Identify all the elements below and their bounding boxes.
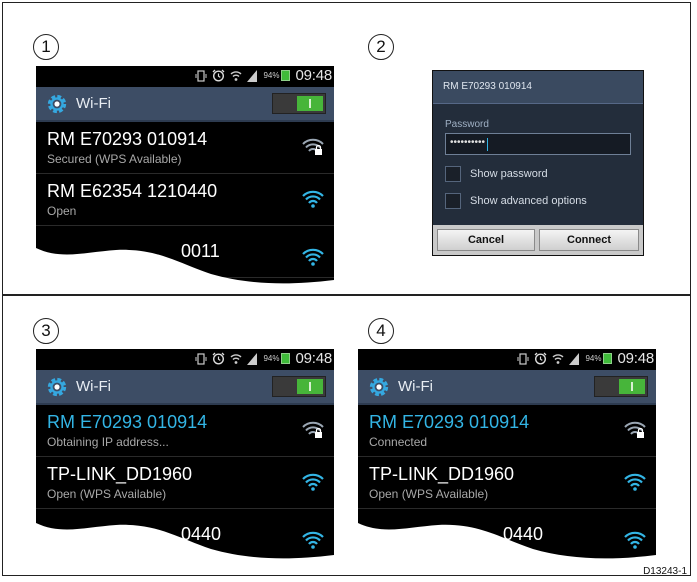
show-advanced-checkbox[interactable] xyxy=(445,193,461,209)
battery-icon xyxy=(281,353,291,364)
cancel-button[interactable]: Cancel xyxy=(437,229,535,251)
toggle-knob xyxy=(619,379,645,394)
battery-icon xyxy=(281,70,291,81)
alarm-icon xyxy=(212,352,225,365)
wifi-locked-icon xyxy=(624,421,646,438)
battery-icon xyxy=(603,353,613,364)
wifi-title: Wi-Fi xyxy=(76,378,111,395)
torn-edge xyxy=(36,248,334,288)
wifi-status-icon xyxy=(230,70,242,81)
torn-edge xyxy=(36,523,334,563)
signal-icon xyxy=(247,352,258,365)
toggle-knob xyxy=(297,96,323,111)
network-name: RM E70293 010914 xyxy=(47,129,208,149)
step-4-marker: 4 xyxy=(368,318,394,344)
figure-divider xyxy=(2,294,691,296)
toggle-knob xyxy=(297,379,323,394)
show-advanced-label: Show advanced options xyxy=(470,195,587,207)
phone-screen-step-4: 94% 09:48 Wi-Fi RM E70293 010914 Connect… xyxy=(358,349,656,563)
step-1-marker: 1 xyxy=(33,34,59,60)
status-time: 09:48 xyxy=(617,350,654,367)
show-password-label: Show password xyxy=(470,168,548,180)
network-status: Obtaining IP address... xyxy=(47,435,169,449)
phone-screen-step-3: 94% 09:48 Wi-Fi RM E70293 010914 Obtaini… xyxy=(36,349,334,563)
wifi-title: Wi-Fi xyxy=(76,95,111,112)
dialog-button-bar: Cancel Connect xyxy=(433,225,643,255)
wifi-title: Wi-Fi xyxy=(398,378,433,395)
battery-percent: 94% xyxy=(263,71,280,80)
network-item[interactable]: TP-LINK_DD1960 Open (WPS Available) xyxy=(36,457,334,509)
status-time: 09:48 xyxy=(295,350,332,367)
battery-percent: 94% xyxy=(263,354,280,363)
signal-icon xyxy=(247,69,258,82)
phone-screen-step-1: 94% 09:48 Wi-Fi RM E70293 010914 Secured… xyxy=(36,66,334,288)
alarm-icon xyxy=(212,69,225,82)
network-name: RM E70293 010914 xyxy=(47,412,208,432)
vibrate-icon xyxy=(195,352,207,365)
network-name: RM E70293 010914 xyxy=(369,412,530,432)
battery-percent: 94% xyxy=(585,354,602,363)
network-item[interactable]: TP-LINK_DD1960 Open (WPS Available) xyxy=(358,457,656,509)
vibrate-icon xyxy=(195,69,207,82)
network-name: RM E62354 1210440 xyxy=(47,181,218,201)
password-label: Password xyxy=(445,119,489,130)
torn-edge xyxy=(358,523,656,563)
wifi-header: Wi-Fi xyxy=(358,370,656,405)
network-status: Open xyxy=(47,204,77,218)
step-3-marker: 3 xyxy=(33,318,59,344)
network-status: Secured (WPS Available) xyxy=(47,152,182,166)
wifi-status-icon xyxy=(552,353,564,364)
network-status: Open (WPS Available) xyxy=(47,487,167,501)
wifi-toggle[interactable] xyxy=(594,376,648,397)
wifi-toggle[interactable] xyxy=(272,376,326,397)
wifi-status-icon xyxy=(230,353,242,364)
step-2-marker: 2 xyxy=(368,34,394,60)
status-time: 09:48 xyxy=(295,67,332,84)
vibrate-icon xyxy=(517,352,529,365)
gear-icon[interactable] xyxy=(368,376,390,398)
gear-icon[interactable] xyxy=(46,376,68,398)
wifi-locked-icon xyxy=(302,138,324,155)
gear-icon[interactable] xyxy=(46,93,68,115)
wifi-icon xyxy=(624,473,646,491)
wifi-icon xyxy=(302,473,324,491)
network-status: Connected xyxy=(369,435,428,449)
network-item-active[interactable]: RM E70293 010914 Obtaining IP address... xyxy=(36,405,334,457)
show-password-checkbox[interactable] xyxy=(445,166,461,182)
network-name: TP-LINK_DD1960 xyxy=(369,464,515,484)
wifi-icon xyxy=(302,190,324,208)
signal-icon xyxy=(569,352,580,365)
wifi-locked-icon xyxy=(302,421,324,438)
network-name: TP-LINK_DD1960 xyxy=(47,464,193,484)
wifi-toggle[interactable] xyxy=(272,93,326,114)
wifi-header: Wi-Fi xyxy=(36,370,334,405)
network-item-active[interactable]: RM E70293 010914 Connected xyxy=(358,405,656,457)
status-bar: 94% 09:48 xyxy=(36,349,334,370)
dialog-title: RM E70293 010914 xyxy=(433,71,643,104)
status-bar: 94% 09:48 xyxy=(358,349,656,370)
figure-code: D13243-1 xyxy=(643,566,687,577)
password-value: •••••••••• xyxy=(450,137,486,148)
network-status: Open (WPS Available) xyxy=(369,487,489,501)
network-item[interactable]: RM E62354 1210440 Open xyxy=(36,174,334,226)
status-bar: 94% 09:48 xyxy=(36,66,334,87)
network-item[interactable]: RM E70293 010914 Secured (WPS Available) xyxy=(36,122,334,174)
text-caret xyxy=(487,138,488,151)
password-dialog: RM E70293 010914 Password •••••••••• Sho… xyxy=(432,70,644,256)
wifi-header: Wi-Fi xyxy=(36,87,334,122)
alarm-icon xyxy=(534,352,547,365)
connect-button[interactable]: Connect xyxy=(539,229,639,251)
password-field[interactable]: •••••••••• xyxy=(445,133,631,155)
